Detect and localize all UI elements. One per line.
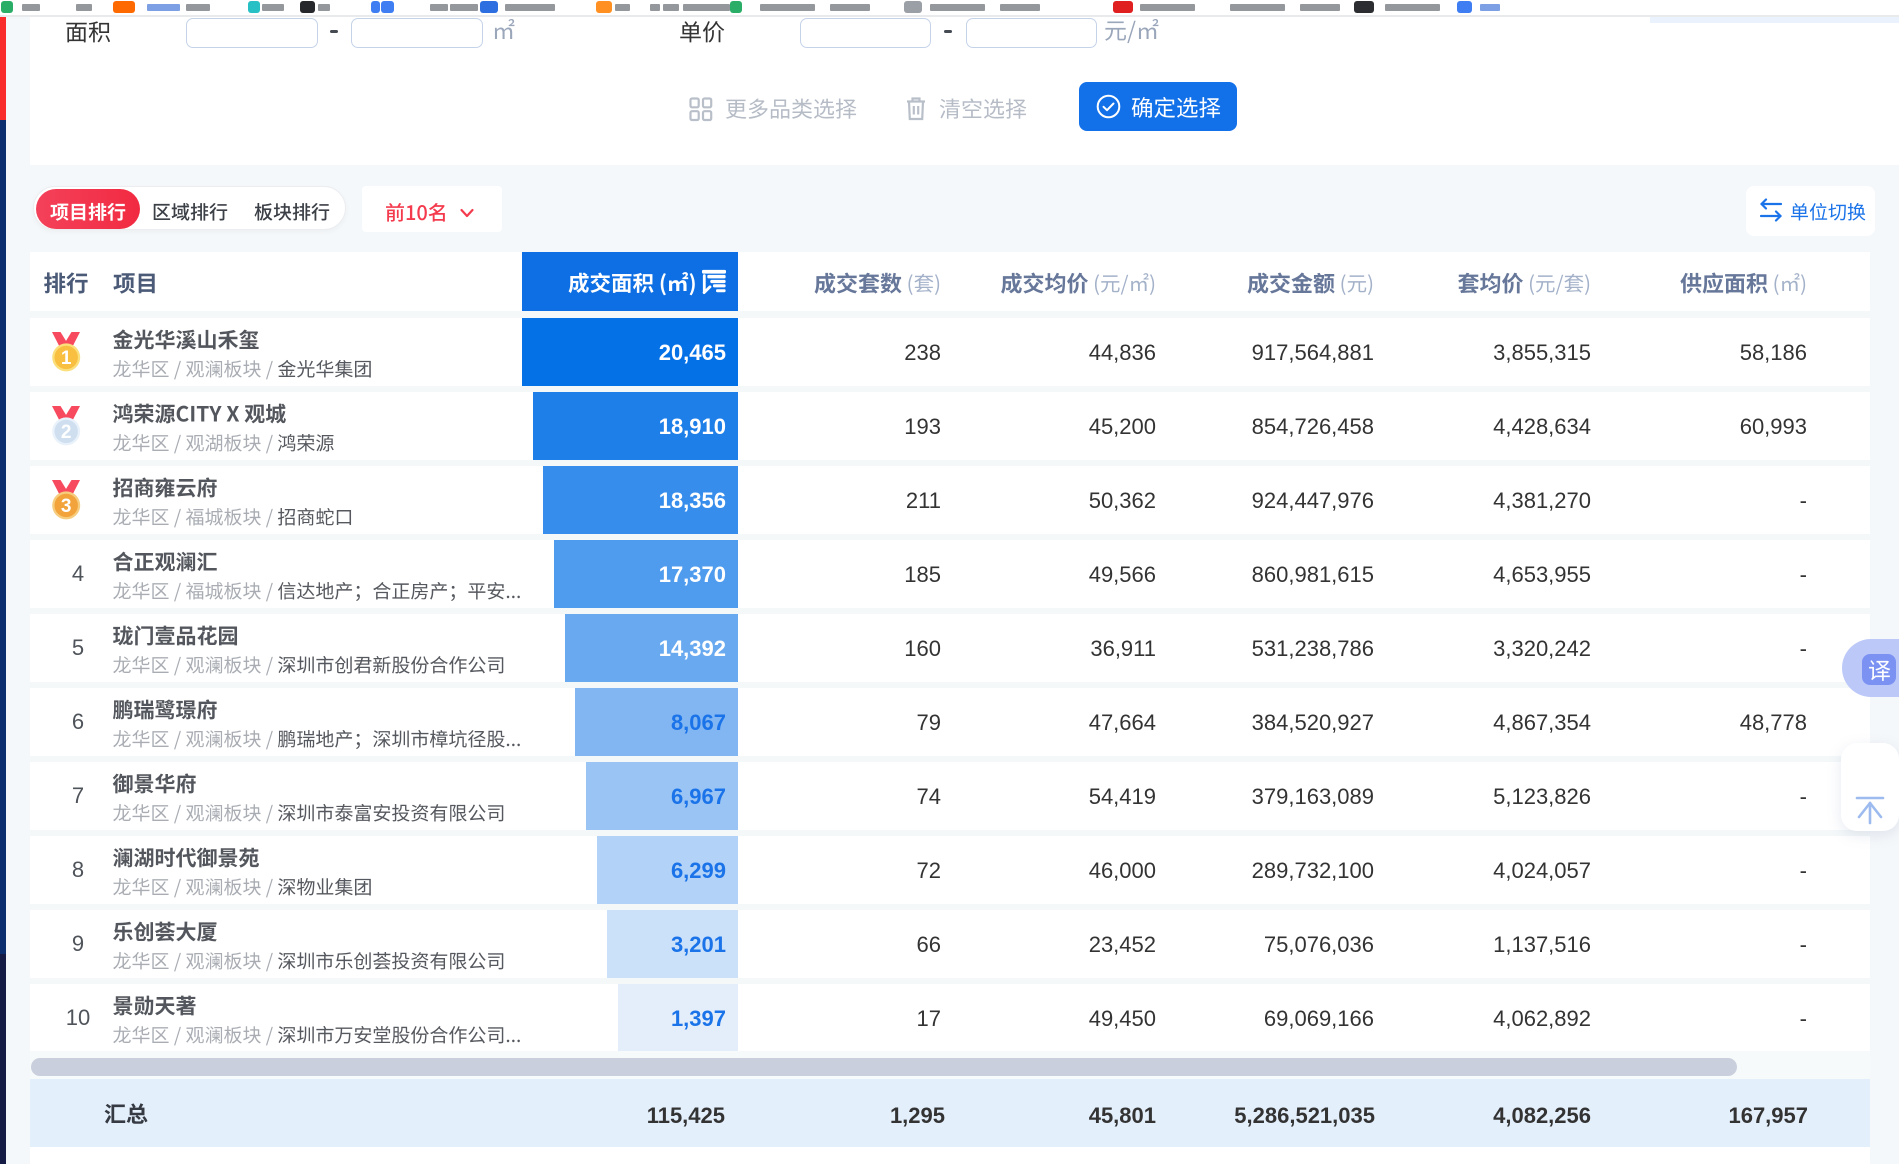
svg-text:2: 2 [61, 422, 72, 443]
svg-text:3: 3 [61, 496, 72, 517]
svg-text:1: 1 [61, 348, 72, 369]
